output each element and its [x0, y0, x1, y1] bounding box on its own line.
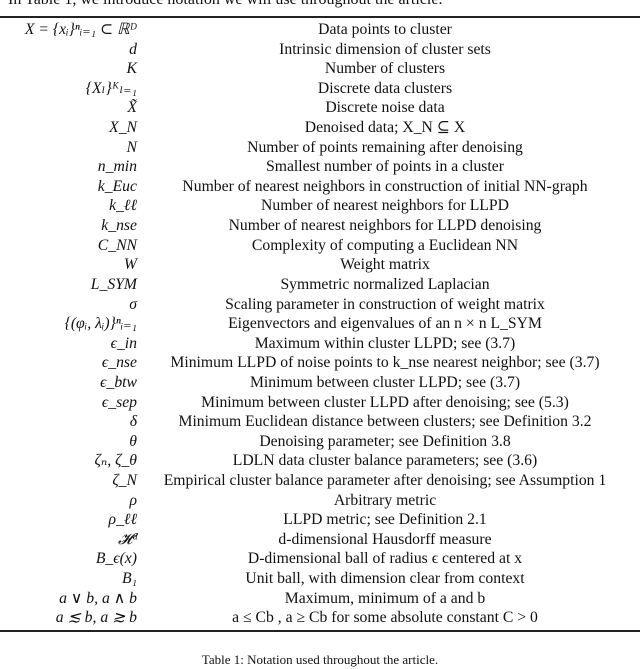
notation-symbol: σ — [129, 295, 137, 313]
notation-description: LDLN data cluster balance parameters; se… — [232, 452, 538, 470]
notation-symbol: k_Euc — [97, 177, 137, 195]
notation-description: Smallest number of points in a cluster — [266, 158, 504, 176]
notation-description: d-dimensional Hausdorff measure — [278, 530, 492, 548]
table-row: ρ Arbitrary metric — [0, 491, 640, 511]
notation-description: Number of nearest neighbors for LLPD — [261, 197, 509, 215]
table-row: B_ϵ(x) D-dimensional ball of radius ϵ cen… — [0, 549, 640, 569]
notation-description: Number of nearest neighbors for LLPD den… — [228, 217, 542, 235]
notation-symbol: C_NN — [97, 236, 137, 254]
notation-description: a ≤ Cb , a ≥ Cb for some absolute consta… — [232, 609, 538, 627]
notation-description: Symmetric normalized Laplacian — [280, 275, 490, 293]
table-row: ζₙ, ζ_θ LDLN data cluster balance paramet… — [0, 451, 640, 471]
table-row: W Weight matrix — [0, 255, 640, 275]
table-row: {(φᵢ, λᵢ)}ⁿᵢ₌₁ Eigenvectors and eigenvalu… — [0, 314, 640, 334]
notation-description: Number of points remaining after denoisi… — [247, 138, 523, 156]
notation-table: X = {xᵢ}ⁿᵢ₌₁ ⊂ ℝᴰ Data points to cluster d… — [0, 20, 640, 628]
notation-symbol: ϵ_nse — [101, 354, 137, 372]
table-row: ϵ_sep Minimum between cluster LLPD after … — [0, 393, 640, 413]
notation-symbol: ϵ_btw — [100, 373, 137, 391]
notation-description: Minimum LLPD of noise points to k_nse ne… — [170, 354, 600, 372]
notation-symbol: W — [123, 256, 137, 274]
table-row: δ Minimum Euclidean distance between clus… — [0, 412, 640, 432]
table-row: ρ_ℓℓ LLPD metric; see Definition 2.1 — [0, 510, 640, 530]
notation-description: Maximum within cluster LLPD; see (3.7) — [254, 334, 516, 352]
notation-symbol: B_ϵ(x) — [95, 550, 137, 568]
notation-description: Intrinsic dimension of cluster sets — [279, 40, 491, 58]
notation-description: Complexity of computing a Euclidean NN — [251, 236, 519, 254]
notation-symbol: L_SYM — [90, 275, 137, 293]
table-bottom-rule — [0, 630, 640, 632]
notation-description: Minimum between cluster LLPD; see (3.7) — [249, 373, 521, 391]
notation-symbol: ζₙ, ζ_θ — [94, 452, 137, 470]
table-row: X_N Denoised data; X_N ⊆ X — [0, 118, 640, 138]
table-row: d Intrinsic dimension of cluster sets — [0, 40, 640, 60]
notation-description: Scaling parameter in construction of wei… — [225, 295, 545, 313]
notation-symbol: {(φᵢ, λᵢ)}ⁿᵢ₌₁ — [64, 315, 137, 333]
table-row: n_min Smallest number of points in a clus… — [0, 157, 640, 177]
table-row: k_Euc Number of nearest neighbors in cons… — [0, 177, 640, 197]
table-row: σ Scaling parameter in construction of we… — [0, 295, 640, 315]
notation-description: Arbitrary metric — [333, 491, 437, 509]
notation-symbol: N — [126, 138, 137, 156]
notation-description: D-dimensional ball of radius ϵ centered … — [247, 550, 523, 568]
notation-symbol: k_ℓℓ — [109, 197, 137, 215]
table-row: N Number of points remaining after denois… — [0, 138, 640, 158]
notation-description: Discrete noise data — [325, 99, 445, 117]
table-top-rule — [0, 16, 640, 18]
table-row: ϵ_in Maximum within cluster LLPD; see (3.… — [0, 334, 640, 354]
notation-symbol: ζ_N — [112, 472, 137, 490]
table-row: ϵ_btw Minimum between cluster LLPD; see (… — [0, 373, 640, 393]
notation-description: Minimum between cluster LLPD after denoi… — [201, 393, 569, 411]
notation-symbol: a ≲ b, a ≳ b — [55, 609, 137, 627]
notation-description: Discrete data clusters — [317, 79, 453, 97]
table-row: a ≲ b, a ≳ b a ≤ Cb , a ≥ Cb for some abs… — [0, 608, 640, 628]
notation-description: Data points to cluster — [318, 21, 452, 38]
notation-description: Number of nearest neighbors in construct… — [182, 177, 588, 195]
table-row: {Xₗ}ᴷₗ₌₁ Discrete data clusters — [0, 79, 640, 99]
notation-description: Empirical cluster balance parameter afte… — [163, 472, 607, 490]
notation-description: Minimum Euclidean distance between clust… — [178, 413, 592, 431]
notation-symbol: ϵ_in — [110, 334, 137, 352]
table-row: L_SYM Symmetric normalized Laplacian — [0, 275, 640, 295]
table-row: k_ℓℓ Number of nearest neighbors for LLPD — [0, 196, 640, 216]
notation-symbol: X_N — [109, 119, 137, 137]
notation-description: Number of clusters — [324, 60, 446, 78]
notation-description: Denoising parameter; see Definition 3.8 — [259, 432, 511, 450]
notation-symbol: X = {xᵢ}ⁿᵢ₌₁ ⊂ ℝᴰ — [24, 21, 137, 38]
notation-symbol: δ — [129, 413, 137, 431]
notation-symbol: ρ — [129, 491, 137, 509]
table-row: X = {xᵢ}ⁿᵢ₌₁ ⊂ ℝᴰ Data points to cluster — [0, 20, 640, 40]
table-row: C_NN Complexity of computing a Euclidean … — [0, 236, 640, 256]
table-row: K Number of clusters — [0, 59, 640, 79]
notation-description: LLPD metric; see Definition 2.1 — [283, 511, 487, 529]
notation-symbol: 𝓗ᵈ — [117, 530, 137, 548]
table-row: 𝓗ᵈ d-dimensional Hausdorff measure — [0, 530, 640, 550]
table-row: a ∨ b, a ∧ b Maximum, minimum of a and b — [0, 589, 640, 609]
notation-symbol: d — [129, 40, 137, 58]
notation-description: Unit ball, with dimension clear from con… — [245, 570, 525, 588]
notation-symbol: k_nse — [101, 217, 137, 235]
table-row: k_nse Number of nearest neighbors for LLP… — [0, 216, 640, 236]
notation-description: Weight matrix — [340, 256, 430, 274]
notation-symbol: θ — [129, 432, 137, 450]
table-row: θ Denoising parameter; see Definition 3.8 — [0, 432, 640, 452]
notation-symbol: a ∨ b, a ∧ b — [59, 589, 137, 607]
notation-symbol: X̃ — [127, 99, 137, 117]
intro-text: In Table 1, we introduce notation we wil… — [8, 0, 442, 9]
notation-symbol: B₁ — [121, 570, 137, 588]
table-row: X̃ Discrete noise data — [0, 98, 640, 118]
table-row: B₁ Unit ball, with dimension clear from c… — [0, 569, 640, 589]
notation-symbol: {Xₗ}ᴷₗ₌₁ — [85, 79, 137, 97]
notation-symbol: ϵ_sep — [101, 393, 137, 411]
notation-symbol: ρ_ℓℓ — [108, 511, 137, 529]
notation-description: Denoised data; X_N ⊆ X — [304, 119, 466, 137]
table-row: ϵ_nse Minimum LLPD of noise points to k_n… — [0, 353, 640, 373]
notation-symbol: n_min — [97, 158, 137, 176]
notation-description: Eigenvectors and eigenvalues of an n × n… — [228, 315, 542, 333]
table-row: ζ_N Empirical cluster balance parameter a… — [0, 471, 640, 491]
table-caption: Table 1: Notation used throughout the ar… — [201, 652, 439, 667]
notation-symbol: K — [126, 60, 137, 78]
notation-description: Maximum, minimum of a and b — [284, 589, 486, 607]
